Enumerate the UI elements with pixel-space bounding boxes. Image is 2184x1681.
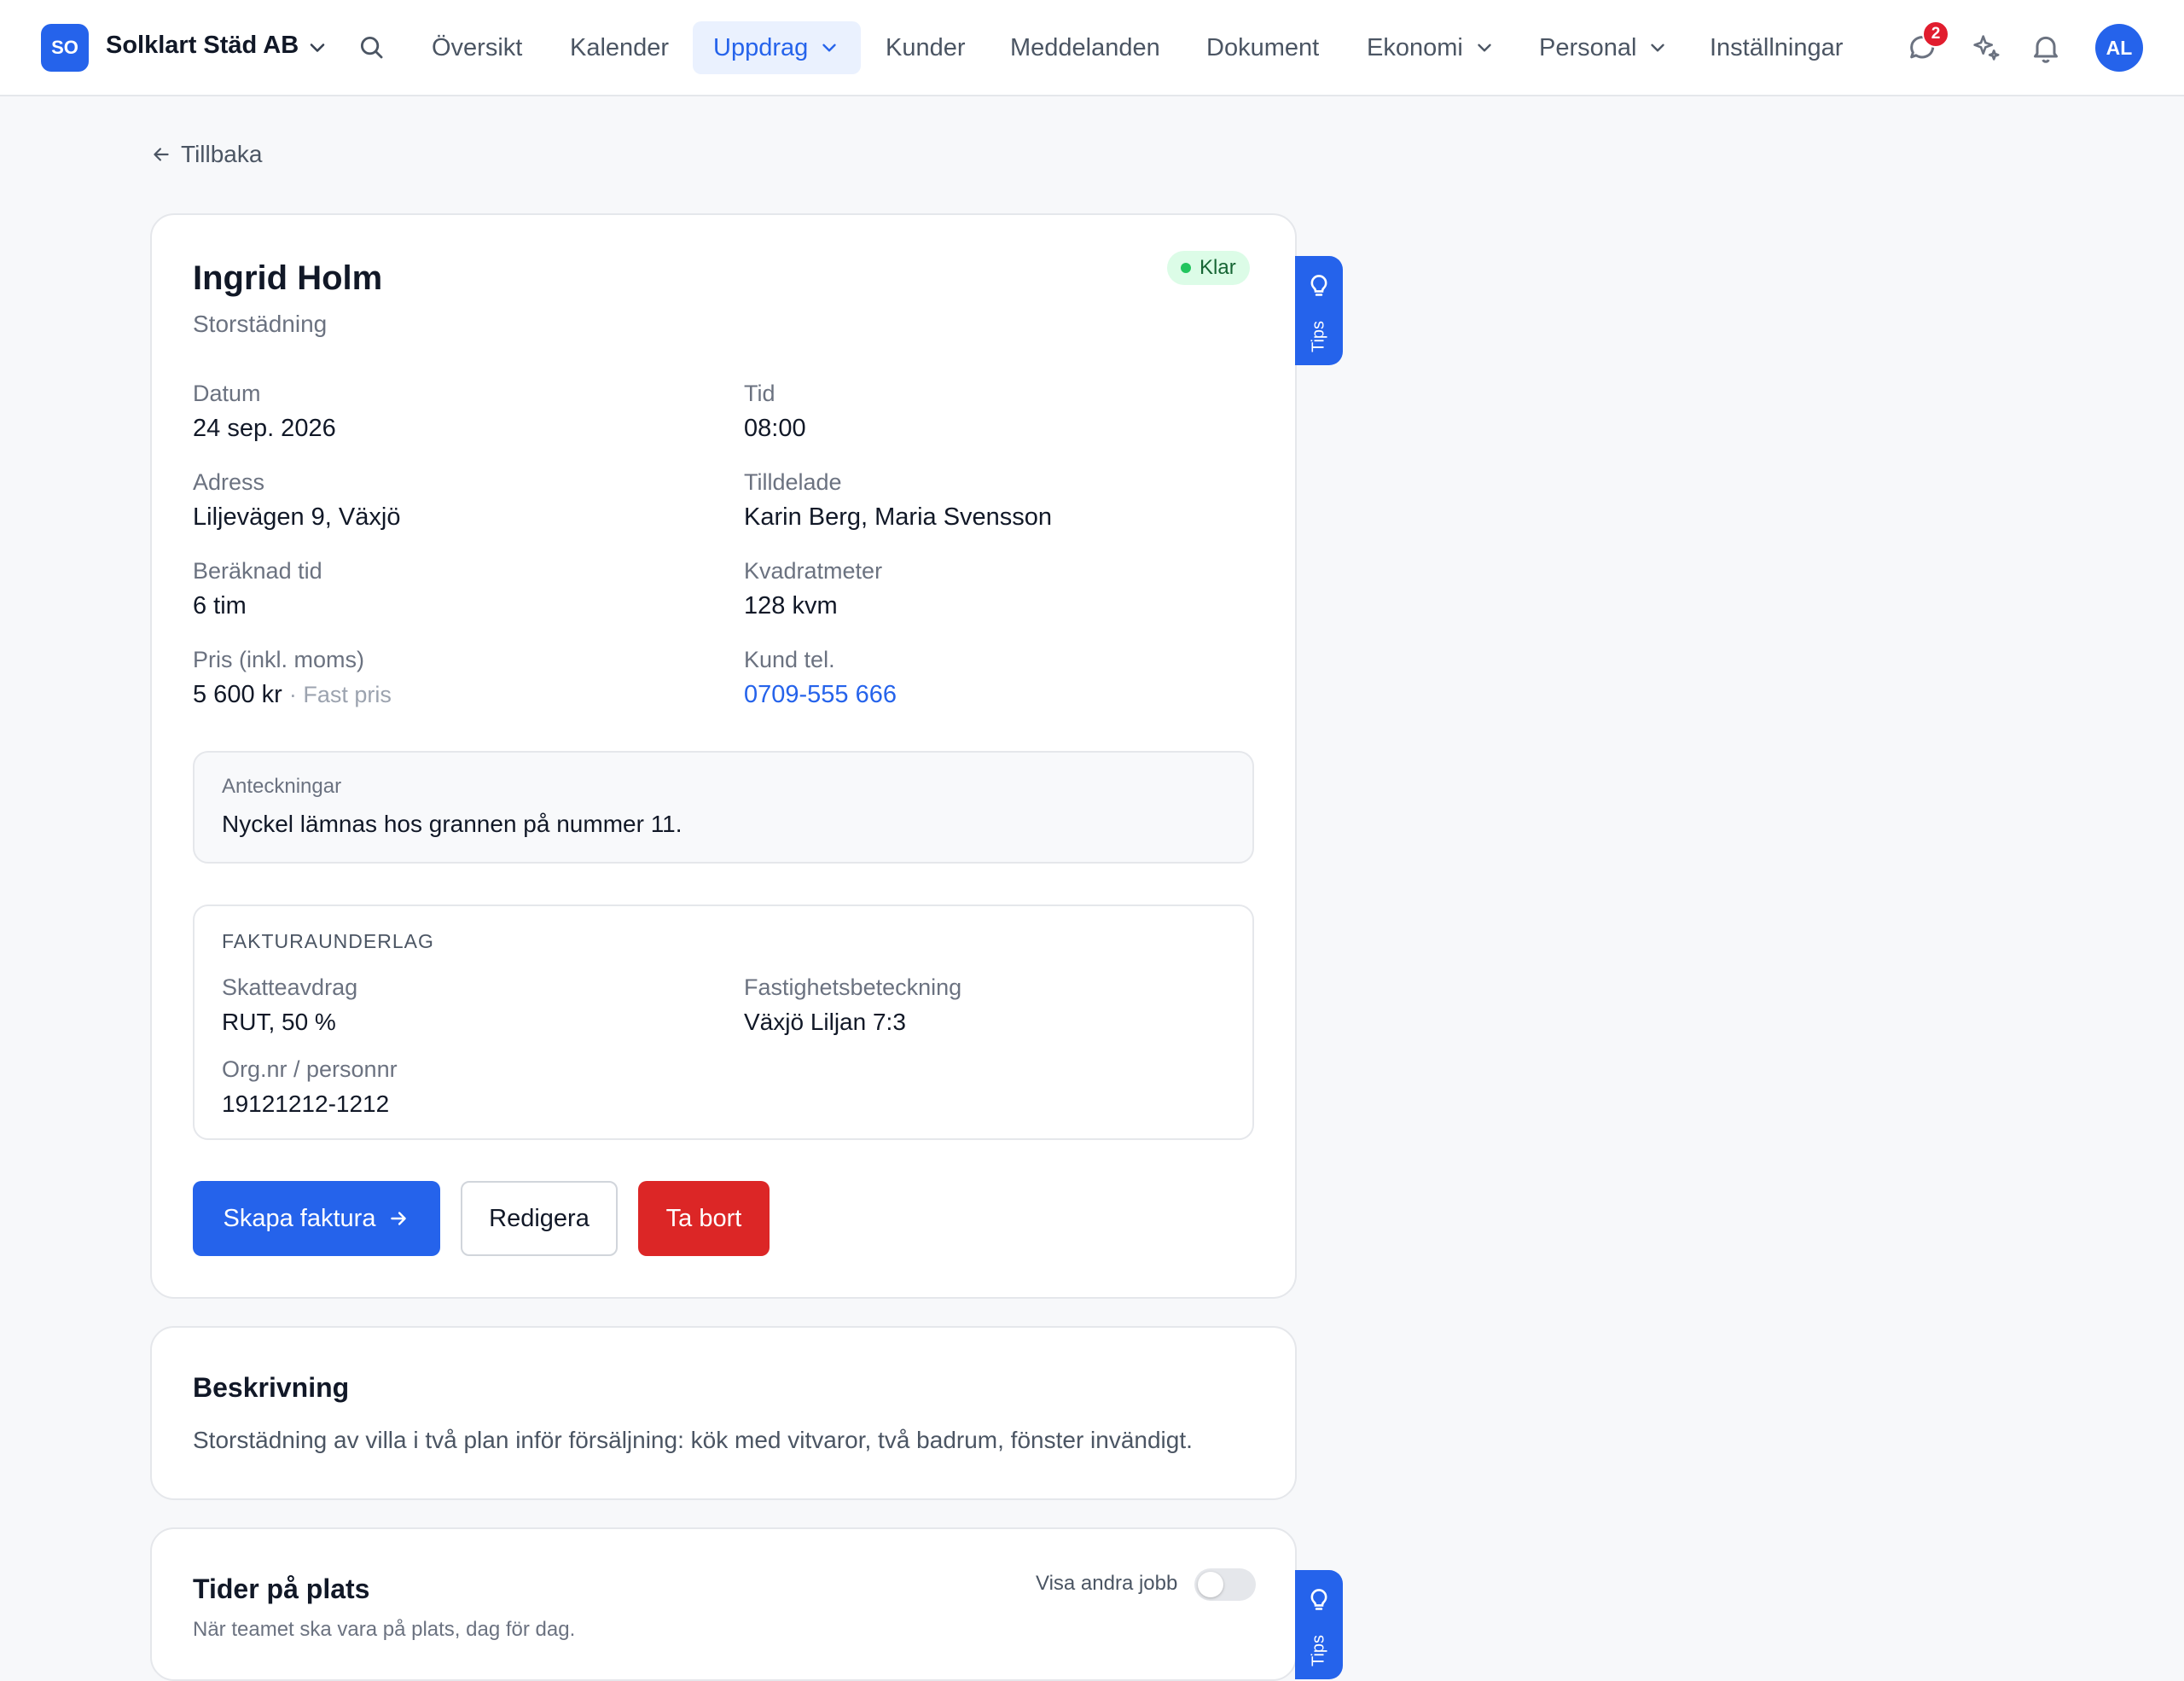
tips-tab[interactable]: Tips — [1295, 256, 1343, 365]
toggle-knob — [1198, 1572, 1223, 1597]
assigned-label: Tilldelade — [744, 469, 842, 495]
area-value: 128 kvm — [744, 592, 838, 619]
assigned-value: Karin Berg, Maria Svensson — [744, 503, 1053, 531]
status-badge: Klar — [1167, 251, 1250, 285]
chevron-down-icon[interactable] — [305, 36, 329, 60]
delete-label: Ta bort — [665, 1204, 742, 1232]
date-value: 24 sep. 2026 — [193, 415, 336, 442]
chevron-down-icon — [1651, 44, 1665, 52]
back-label: Tillbaka — [181, 141, 263, 167]
time-label: Tid — [744, 381, 775, 406]
create-invoice-label: Skapa faktura — [223, 1204, 376, 1232]
company-logo[interactable]: SO — [41, 24, 89, 72]
edit-button[interactable]: Redigera — [461, 1181, 618, 1256]
edit-label: Redigera — [489, 1204, 590, 1232]
tax-deduction-value: RUT, 50 % — [222, 1009, 336, 1035]
orgnr-value: 19121212-1212 — [222, 1091, 390, 1117]
lightbulb-icon — [1310, 275, 1327, 296]
status-label: Klar — [1199, 256, 1236, 279]
phone-label: Kund tel. — [744, 647, 835, 672]
nav-ekonomi[interactable]: Ekonomi — [1346, 21, 1516, 74]
description-card: Beskrivning Storstädning av villa i två … — [150, 1326, 1297, 1500]
show-other-jobs-toggle[interactable] — [1194, 1568, 1256, 1601]
notes-text: Nyckel lämnas hos grannen på nummer 11. — [222, 811, 682, 837]
property-value: Växjö Liljan 7:3 — [744, 1009, 906, 1035]
price-label: Pris (inkl. moms) — [193, 647, 364, 672]
delete-button[interactable]: Ta bort — [638, 1181, 770, 1256]
service-type: Storstädning — [193, 311, 328, 337]
duration-label: Beräknad tid — [193, 558, 322, 584]
price-note: · Fast pris — [288, 682, 392, 707]
notes-label: Anteckningar — [222, 775, 342, 798]
onsite-title: Tider på plats — [193, 1573, 370, 1604]
time-value: 08:00 — [744, 415, 806, 442]
nav-label: Översikt — [432, 33, 523, 61]
tips-label: Tips — [1309, 1634, 1328, 1666]
arrow-right-icon — [391, 1212, 407, 1225]
address-value: Liljevägen 9, Växjö — [193, 503, 401, 531]
nav-kunder[interactable]: Kunder — [865, 21, 986, 74]
nav-oversikt[interactable]: Översikt — [411, 21, 543, 74]
invoice-heading: FAKTURAUNDERLAG — [222, 930, 434, 952]
property-label: Fastighetsbeteckning — [744, 974, 962, 1000]
tips-tab-secondary[interactable]: Tips — [1295, 1570, 1343, 1679]
description-text: Storstädning av villa i två plan inför f… — [193, 1427, 1193, 1453]
customer-name: Ingrid Holm — [193, 259, 383, 297]
job-details-card: Ingrid Holm Storstädning Klar Datum 24 s… — [150, 213, 1297, 1299]
nav-label: Dokument — [1206, 33, 1320, 61]
nav-label: Uppdrag — [713, 33, 809, 61]
create-invoice-button[interactable]: Skapa faktura — [193, 1181, 440, 1256]
lightbulb-icon — [1310, 1589, 1327, 1610]
duration-value: 6 tim — [193, 592, 247, 619]
arrow-left-icon — [154, 148, 169, 161]
address-label: Adress — [193, 469, 265, 495]
nav-uppdrag[interactable]: Uppdrag — [693, 21, 862, 74]
invoice-basis-box: FAKTURAUNDERLAG Skatteavdrag RUT, 50 % F… — [193, 904, 1254, 1140]
notes-box: Anteckningar Nyckel lämnas hos grannen p… — [193, 751, 1254, 864]
status-dot — [1181, 263, 1191, 273]
orgnr-label: Org.nr / personnr — [222, 1056, 398, 1082]
area-label: Kvadratmeter — [744, 558, 883, 584]
nav-label: Kunder — [886, 33, 966, 61]
chevron-down-icon — [1478, 44, 1491, 52]
sparkles-icon[interactable] — [1969, 31, 2003, 65]
toggle-label: Visa andra jobb — [1036, 1572, 1178, 1595]
nav-meddelanden[interactable]: Meddelanden — [990, 21, 1181, 74]
tips-label: Tips — [1309, 320, 1328, 352]
onsite-times-card: Tider på plats När teamet ska vara på pl… — [150, 1527, 1297, 1681]
nav-kalender[interactable]: Kalender — [549, 21, 689, 74]
nav-dokument[interactable]: Dokument — [1186, 21, 1339, 74]
company-name[interactable]: Solklart Städ AB — [106, 32, 299, 60]
messages-badge: 2 — [1922, 20, 1949, 48]
nav-label: Ekonomi — [1367, 33, 1463, 61]
price-value: 5 600 kr — [193, 681, 282, 708]
nav-label: Meddelanden — [1010, 33, 1160, 61]
nav-installningar[interactable]: Inställningar — [1689, 21, 1863, 74]
back-link[interactable]: Tillbaka — [150, 141, 262, 168]
nav-label: Kalender — [570, 33, 670, 61]
date-label: Datum — [193, 381, 261, 406]
top-navigation-bar: SO Solklart Städ AB Översikt Kalender Up… — [0, 0, 2184, 96]
nav-label: Inställningar — [1710, 33, 1844, 61]
search-icon[interactable] — [357, 32, 386, 61]
price-row: 5 600 kr · Fast pris — [193, 681, 392, 709]
bell-icon[interactable] — [2029, 31, 2063, 65]
nav-personal[interactable]: Personal — [1519, 21, 1689, 74]
customer-phone-link[interactable]: 0709-555 666 — [744, 681, 897, 709]
user-avatar[interactable]: AL — [2095, 24, 2143, 72]
nav-label: Personal — [1539, 33, 1637, 61]
description-title: Beskrivning — [193, 1372, 350, 1403]
chevron-down-icon — [822, 44, 836, 52]
tax-deduction-label: Skatteavdrag — [222, 974, 358, 1000]
